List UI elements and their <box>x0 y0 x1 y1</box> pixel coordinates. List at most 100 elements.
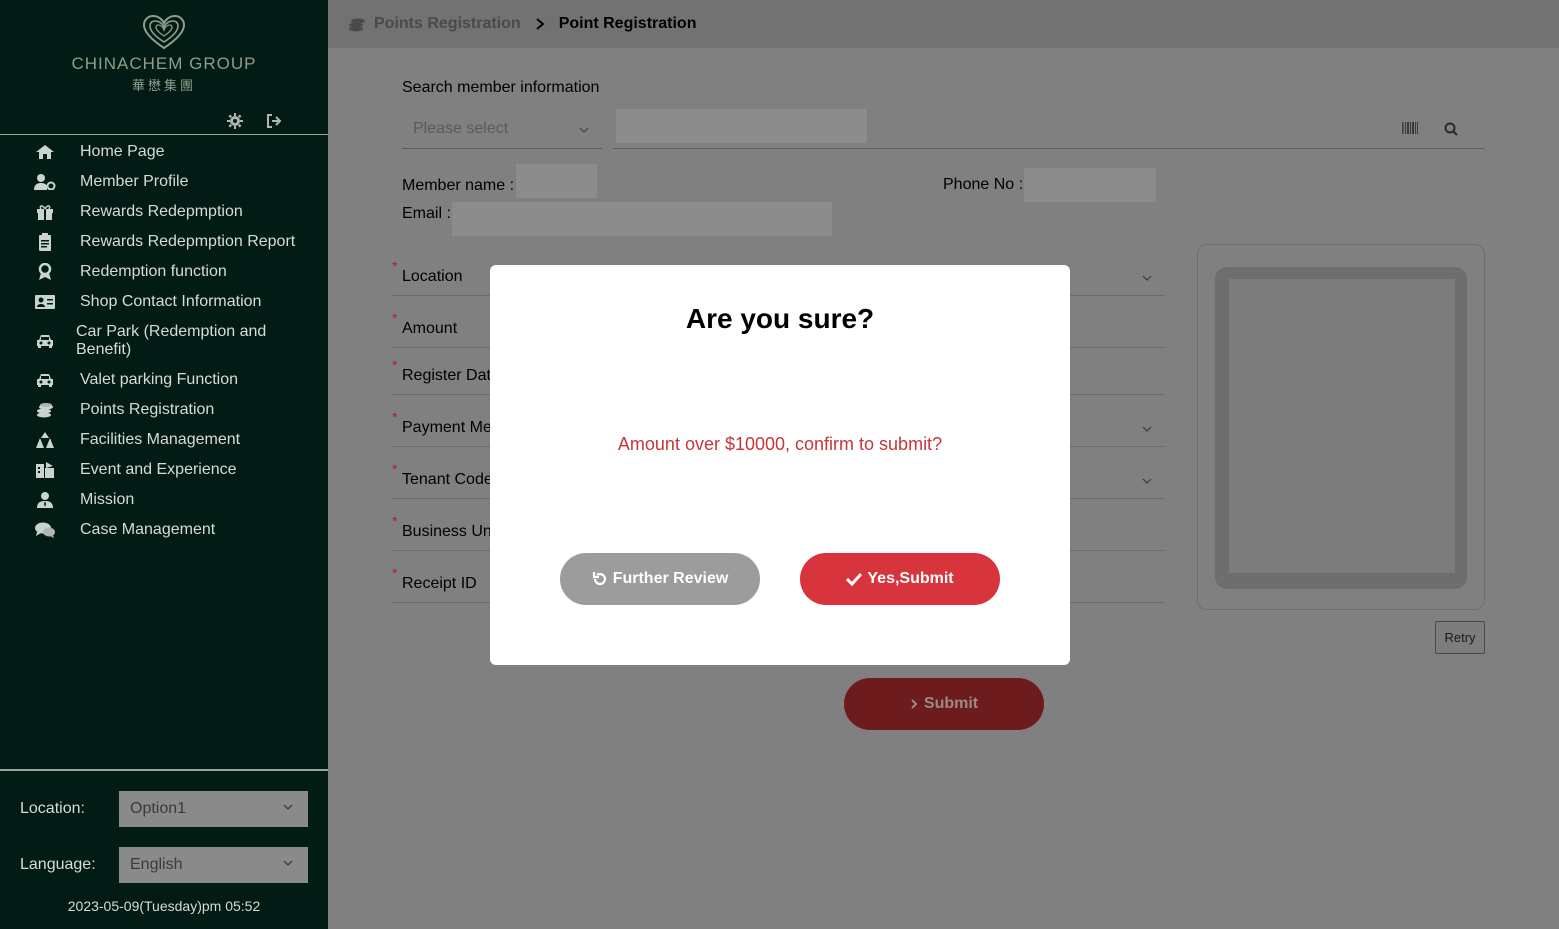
search-row: Please select <box>402 108 1485 149</box>
chevron-down-icon <box>1142 478 1152 484</box>
chevron-down-icon <box>283 804 293 810</box>
submit-button[interactable]: Submit <box>844 678 1044 730</box>
phone-value <box>1024 168 1156 202</box>
sidebar-item-event-experience[interactable]: Event and Experience <box>0 455 328 485</box>
search-input[interactable] <box>613 108 1485 149</box>
location-field: Location: Option1 <box>20 791 308 827</box>
yes-submit-button[interactable]: Yes,Submit <box>800 553 1000 605</box>
clipboard-icon <box>34 233 56 251</box>
member-name-label: Member name : <box>402 177 515 194</box>
user-tie-icon <box>34 491 56 509</box>
sidebar-item-label: Points Registration <box>80 401 215 418</box>
chevron-down-icon <box>1142 275 1152 281</box>
id-card-icon <box>34 293 56 311</box>
sidebar-item-label: Valet parking Function <box>80 371 239 388</box>
comments-icon <box>34 521 56 539</box>
language-label: Language: <box>20 856 96 873</box>
search-icon[interactable] <box>1444 122 1458 136</box>
form-label: Receipt ID <box>402 575 477 592</box>
dialog-message: Amount over $10000, confirm to submit? <box>617 434 943 454</box>
form-label: Register Dat <box>402 367 491 384</box>
coins-icon <box>349 18 365 32</box>
sidebar-item-car-park[interactable]: Car Park (Redemption and Benefit) <box>0 317 328 365</box>
sidebar-item-label: Shop Contact Information <box>80 293 262 310</box>
dialog-title: Are you sure? <box>685 303 875 334</box>
receipt-preview-frame <box>1215 267 1467 589</box>
email-label: Email : <box>402 205 451 222</box>
gear-icon[interactable] <box>226 112 244 130</box>
brand-logo: CHINACHEM GROUP 華懋集團 <box>0 14 328 94</box>
sidebar-item-label: Rewards Redepmption Report <box>80 233 296 250</box>
receipt-preview <box>1229 279 1455 573</box>
sidebar-item-label: Event and Experience <box>80 461 237 478</box>
sidebar-item-case-management[interactable]: Case Management <box>0 515 328 545</box>
phone-label: Phone No : <box>943 176 1024 193</box>
location-select[interactable]: Option1 <box>119 791 308 827</box>
sidebar-item-mission[interactable]: Mission <box>0 485 328 515</box>
barcode-icon[interactable] <box>1402 122 1418 134</box>
location-value: Option1 <box>130 800 187 817</box>
required-mark: * <box>392 461 398 477</box>
breadcrumb-parent[interactable]: Points Registration <box>374 15 521 33</box>
form-label: Amount <box>402 320 458 337</box>
chevron-right-icon <box>536 18 545 30</box>
required-mark: * <box>392 258 398 274</box>
sidebar-item-rewards-redemption[interactable]: Rewards Redepmption <box>0 197 328 227</box>
sidebar-item-shop-contact[interactable]: Shop Contact Information <box>0 287 328 317</box>
required-mark: * <box>392 357 398 373</box>
sidebar: CHINACHEM GROUP 華懋集團 Home Page Member Pr… <box>0 0 328 929</box>
sidebar-item-redemption-function[interactable]: Redemption function <box>0 257 328 287</box>
logout-icon[interactable] <box>266 112 284 130</box>
sidebar-item-label: Facilities Management <box>80 431 241 448</box>
search-label: Search member information <box>402 79 600 96</box>
sidebar-item-member-profile[interactable]: Member Profile <box>0 167 328 197</box>
coins-icon <box>34 401 56 419</box>
retry-button[interactable]: Retry <box>1435 621 1485 654</box>
redacted-block <box>616 109 867 143</box>
sidebar-item-facilities[interactable]: Facilities Management <box>0 425 328 455</box>
further-review-button[interactable]: Further Review <box>560 553 760 605</box>
email-value <box>452 202 832 236</box>
further-review-label: Further Review <box>612 570 729 587</box>
form-label: Payment Me <box>402 419 492 436</box>
heart-logo-icon <box>142 14 186 50</box>
sidebar-item-label: Rewards Redepmption <box>80 203 243 220</box>
required-mark: * <box>392 513 398 529</box>
required-mark: * <box>392 565 398 581</box>
required-mark: * <box>392 310 398 326</box>
sitemap-icon <box>34 431 56 449</box>
sidebar-item-label: Car Park (Redemption and Benefit) <box>76 323 267 358</box>
user-cog-icon <box>34 173 56 191</box>
sidebar-item-label: Redemption function <box>80 263 227 280</box>
car-icon <box>34 332 56 350</box>
chevron-down-icon <box>283 860 293 866</box>
language-select[interactable]: English <box>119 847 308 883</box>
sidebar-item-valet-parking[interactable]: Valet parking Function <box>0 365 328 395</box>
sidebar-item-rewards-report[interactable]: Rewards Redepmption Report <box>0 227 328 257</box>
confirm-dialog: Are you sure? Amount over $10000, confir… <box>490 265 1070 665</box>
home-icon <box>34 143 56 161</box>
sidebar-item-label: Mission <box>80 491 135 508</box>
breadcrumb-current: Point Registration <box>558 15 697 32</box>
sidebar-item-label: Home Page <box>80 143 165 160</box>
location-label: Location: <box>20 800 85 817</box>
sidebar-tools <box>226 112 284 130</box>
brand-name-cn: 華懋集團 <box>131 78 196 93</box>
brand-name-en: CHINACHEM GROUP <box>71 54 257 73</box>
check-icon <box>846 572 863 586</box>
award-icon <box>34 263 56 281</box>
sidebar-item-label: Member Profile <box>80 173 189 190</box>
sidebar-item-home-page[interactable]: Home Page <box>0 137 328 167</box>
car-icon <box>34 371 56 389</box>
chevron-down-icon <box>1142 426 1152 432</box>
yes-submit-label: Yes,Submit <box>867 570 954 587</box>
receipt-upload-area[interactable] <box>1197 244 1485 610</box>
form-label: Business Un <box>402 523 492 540</box>
language-field: Language: English <box>20 847 308 883</box>
required-mark: * <box>392 409 398 425</box>
search-select-placeholder: Please select <box>413 120 509 137</box>
sidebar-item-label: Case Management <box>80 521 216 538</box>
search-type-select[interactable]: Please select <box>402 108 602 149</box>
sidebar-divider <box>0 134 328 135</box>
sidebar-item-points-registration[interactable]: Points Registration <box>0 395 328 425</box>
